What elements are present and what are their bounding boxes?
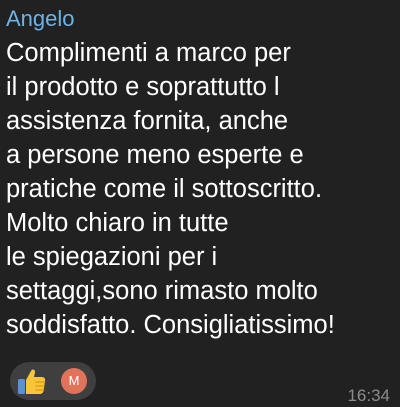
thumbs-up-reaction[interactable]: M bbox=[10, 362, 96, 400]
message-line: il prodotto e soprattutto l bbox=[6, 73, 280, 101]
message-line: assistenza fornita, anche bbox=[6, 107, 289, 135]
message-timestamp: 16:34 bbox=[347, 386, 390, 405]
reactor-avatar[interactable]: M bbox=[61, 368, 87, 394]
message-line: a persone meno esperte e bbox=[6, 141, 304, 169]
message-line: soddisfatto. Consigliatissimo! bbox=[6, 311, 335, 339]
message-text: Complimenti a marco per il prodotto e so… bbox=[6, 36, 398, 342]
message-line: settaggi,sono rimasto molto bbox=[6, 277, 318, 305]
thumbs-up-icon bbox=[18, 369, 46, 394]
message-line: Complimenti a marco per bbox=[6, 39, 291, 67]
message-line: le spiegazioni per i bbox=[6, 243, 218, 271]
message-line: pratiche come il sottoscritto. bbox=[6, 175, 323, 203]
message-bubble[interactable]: Angelo Complimenti a marco per il prodot… bbox=[0, 0, 400, 407]
message-line: Molto chiaro in tutte bbox=[6, 209, 229, 237]
sender-name[interactable]: Angelo bbox=[6, 4, 75, 34]
